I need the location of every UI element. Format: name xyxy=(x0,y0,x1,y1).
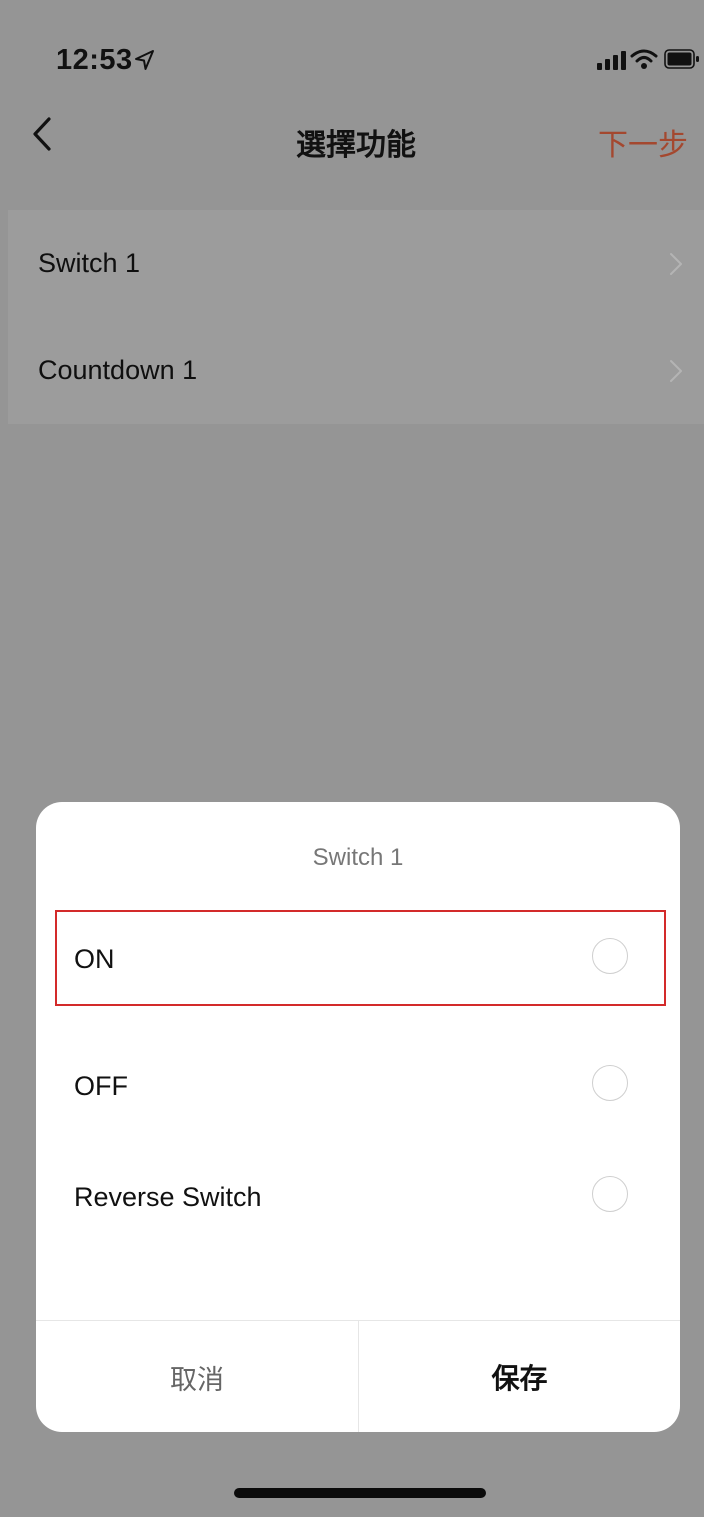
chevron-right-icon xyxy=(670,360,682,382)
wifi-icon xyxy=(630,49,658,69)
location-arrow-icon xyxy=(135,50,154,70)
home-indicator xyxy=(234,1488,486,1498)
next-step-button[interactable]: 下一步 xyxy=(598,120,688,164)
option-label: Reverse Switch xyxy=(74,1182,262,1212)
chevron-right-icon xyxy=(670,253,682,275)
list-item-countdown-1[interactable]: Countdown 1 xyxy=(8,317,704,423)
status-bar: 12:53 xyxy=(8,10,704,90)
cancel-button[interactable]: 取消 xyxy=(36,1321,358,1432)
navigation-bar: 選擇功能 下一步 xyxy=(8,100,704,172)
radio-button[interactable] xyxy=(592,1065,628,1101)
switch-option-dialog: Switch 1 ON OFF Reverse Switch 取消 保存 xyxy=(36,802,680,1432)
option-off[interactable]: OFF xyxy=(36,1039,680,1135)
battery-icon xyxy=(664,49,699,69)
option-label: OFF xyxy=(74,1071,128,1101)
list-item-label: Countdown 1 xyxy=(38,355,198,385)
highlight-box xyxy=(55,910,666,1006)
cellular-signal-icon xyxy=(597,51,626,70)
app-screen: 12:53 選擇功能 下一步 Switch 1 Countdown 1 Swit… xyxy=(8,10,704,1517)
list-item-switch-1[interactable]: Switch 1 xyxy=(8,210,704,316)
dialog-footer: 取消 保存 xyxy=(36,1320,680,1432)
status-time: 12:53 xyxy=(56,44,133,76)
save-button[interactable]: 保存 xyxy=(359,1321,680,1432)
option-reverse-switch[interactable]: Reverse Switch xyxy=(36,1150,680,1246)
list-item-label: Switch 1 xyxy=(38,248,141,278)
function-list: Switch 1 Countdown 1 xyxy=(8,210,704,424)
radio-button[interactable] xyxy=(592,1176,628,1212)
dialog-title: Switch 1 xyxy=(312,844,404,871)
